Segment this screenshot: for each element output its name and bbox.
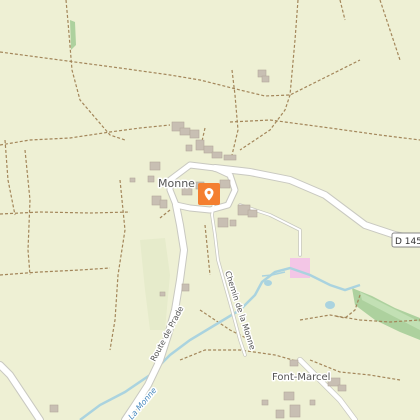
pond: [325, 301, 335, 309]
hamlet-label: Font-Marcel: [272, 372, 330, 383]
location-pin-icon[interactable]: [198, 183, 220, 205]
map-canvas[interactable]: Monne Font-Marcel Route de Prade Chemin …: [0, 0, 420, 420]
road-badge: D 145: [391, 232, 420, 248]
village-label: Monne: [158, 177, 195, 190]
road-badge-label: D 145: [395, 237, 420, 247]
pond: [264, 280, 272, 286]
map-view[interactable]: Monne Font-Marcel Route de Prade Chemin …: [0, 0, 420, 420]
woodland-area: [70, 20, 76, 50]
